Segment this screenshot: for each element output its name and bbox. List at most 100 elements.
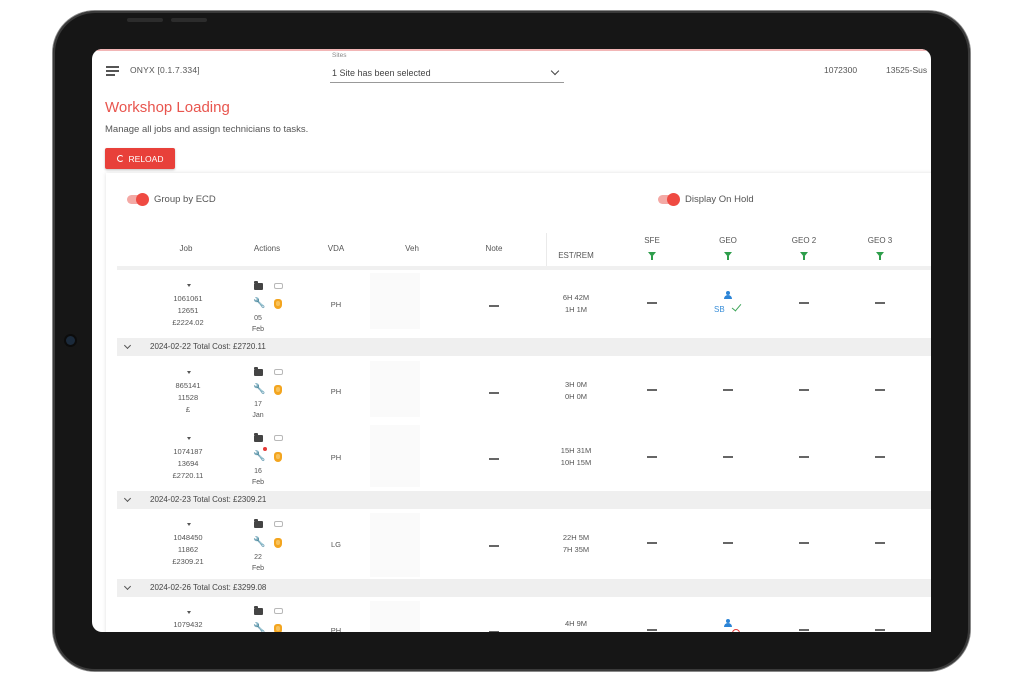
car-icon[interactable] [274,283,283,289]
person-icon[interactable] [724,291,732,299]
person-icon[interactable] [724,619,732,627]
column-est-rem[interactable]: EST/REM [548,251,604,260]
wrench-icon[interactable]: 🔧 [253,385,265,395]
tablet-button [127,18,163,22]
geo3-empty[interactable] [875,629,885,631]
sfe-empty[interactable] [647,302,657,304]
expand-caret-icon[interactable] [187,437,191,440]
sfe-empty[interactable] [647,389,657,391]
sfe-empty[interactable] [647,629,657,631]
filter-icon[interactable] [876,252,884,260]
geo-technician-initials[interactable]: SB [714,305,725,314]
job-ref: 11528 [177,393,199,402]
date-month: Jan [252,412,264,419]
car-icon[interactable] [274,521,283,527]
geo3-empty[interactable] [875,542,885,544]
group-by-ecd-toggle[interactable] [127,193,149,206]
job-number: 1061061 [173,294,203,303]
note-empty [489,392,499,394]
hand-icon[interactable] [274,452,282,462]
display-on-hold-label: Display On Hold [685,194,754,205]
geo2-empty[interactable] [799,456,809,458]
table-row-job[interactable]: 1061061 12651 £2224.02 [156,293,220,329]
column-veh[interactable]: Veh [392,244,432,253]
header-divider [117,266,931,270]
job-number: 1074187 [173,447,203,456]
geo2-empty[interactable] [799,542,809,544]
car-icon[interactable] [274,369,283,375]
table-row-job[interactable]: 865141 11528 £ [156,380,220,416]
group-label: 2024-02-26 Total Cost: £3299.08 [150,583,267,592]
sfe-empty[interactable] [647,456,657,458]
job-cost: £ [185,405,191,414]
column-geo3[interactable]: GEO 3 [860,236,900,245]
job-cost: £2224.02 [172,318,204,327]
group-row[interactable]: 2024-02-23 Total Cost: £2309.21 [117,491,931,509]
column-sfe[interactable]: SFE [632,236,672,245]
veh-cell [370,273,420,329]
column-vda[interactable]: VDA [316,244,356,253]
geo-empty[interactable] [723,456,733,458]
date-day: 17 [254,401,262,408]
table-clip: Group by ECD Display On Hold Job Actions… [92,49,931,632]
geo3-empty[interactable] [875,389,885,391]
filter-icon[interactable] [648,252,656,260]
expand-caret-icon[interactable] [187,611,191,614]
wrench-icon[interactable]: 🔧 [253,538,265,548]
rem-value: 1H 1M [564,305,588,314]
sfe-empty[interactable] [647,542,657,544]
action-date: 22 Feb [244,552,272,574]
column-note[interactable]: Note [472,244,516,253]
geo3-empty[interactable] [875,456,885,458]
table-row-job[interactable]: 1048450 11862 £2309.21 [156,532,220,568]
geo2-empty[interactable] [799,389,809,391]
hand-icon[interactable] [274,624,282,632]
date-month: Feb [251,479,265,486]
car-icon[interactable] [274,608,283,614]
hand-icon[interactable] [274,299,282,309]
est-rem-cell: 22H 5M 7H 35M [546,532,606,556]
expand-caret-icon[interactable] [187,371,191,374]
jobs-panel: Group by ECD Display On Hold Job Actions… [106,173,931,632]
wrench-icon[interactable]: 🔧 [253,299,265,309]
folder-icon[interactable] [254,606,263,615]
expand-caret-icon[interactable] [187,284,191,287]
date-month: Feb [251,565,265,572]
wrench-icon[interactable]: 🔧 [253,452,265,462]
job-number: 1048450 [173,533,203,542]
est-rem-cell: 4H 9M [546,618,606,630]
veh-cell [370,513,420,577]
geo-empty[interactable] [723,389,733,391]
geo2-empty[interactable] [799,629,809,631]
geo2-empty[interactable] [799,302,809,304]
car-icon[interactable] [274,435,283,441]
column-job[interactable]: Job [166,244,206,253]
folder-icon[interactable] [254,519,263,528]
filter-icon[interactable] [800,252,808,260]
group-row[interactable]: 2024-02-26 Total Cost: £3299.08 [117,579,931,597]
action-date: 05 Feb [244,313,272,335]
column-actions[interactable]: Actions [244,244,290,253]
hand-icon[interactable] [274,385,282,395]
display-on-hold-toggle[interactable] [658,193,680,206]
folder-icon[interactable] [254,367,263,376]
date-day: 16 [254,468,262,475]
column-geo2[interactable]: GEO 2 [784,236,824,245]
table-row-job[interactable]: 1079432 [156,619,220,631]
job-ref: 12651 [177,306,199,315]
job-ref: 11862 [177,545,199,554]
group-row[interactable]: 2024-02-22 Total Cost: £2720.11 [117,338,931,356]
geo-empty[interactable] [723,542,733,544]
hand-icon[interactable] [274,538,282,548]
group-by-ecd-label: Group by ECD [154,194,216,205]
filter-icon[interactable] [724,252,732,260]
wrench-icon[interactable]: 🔧 [253,624,265,633]
folder-icon[interactable] [254,281,263,290]
expand-caret-icon[interactable] [187,523,191,526]
table-row-job[interactable]: 1074187 13694 £2720.11 [156,446,220,482]
folder-icon[interactable] [254,433,263,442]
veh-cell [370,425,420,487]
geo3-empty[interactable] [875,302,885,304]
column-geo[interactable]: GEO [708,236,748,245]
job-cost: £2720.11 [172,471,204,480]
